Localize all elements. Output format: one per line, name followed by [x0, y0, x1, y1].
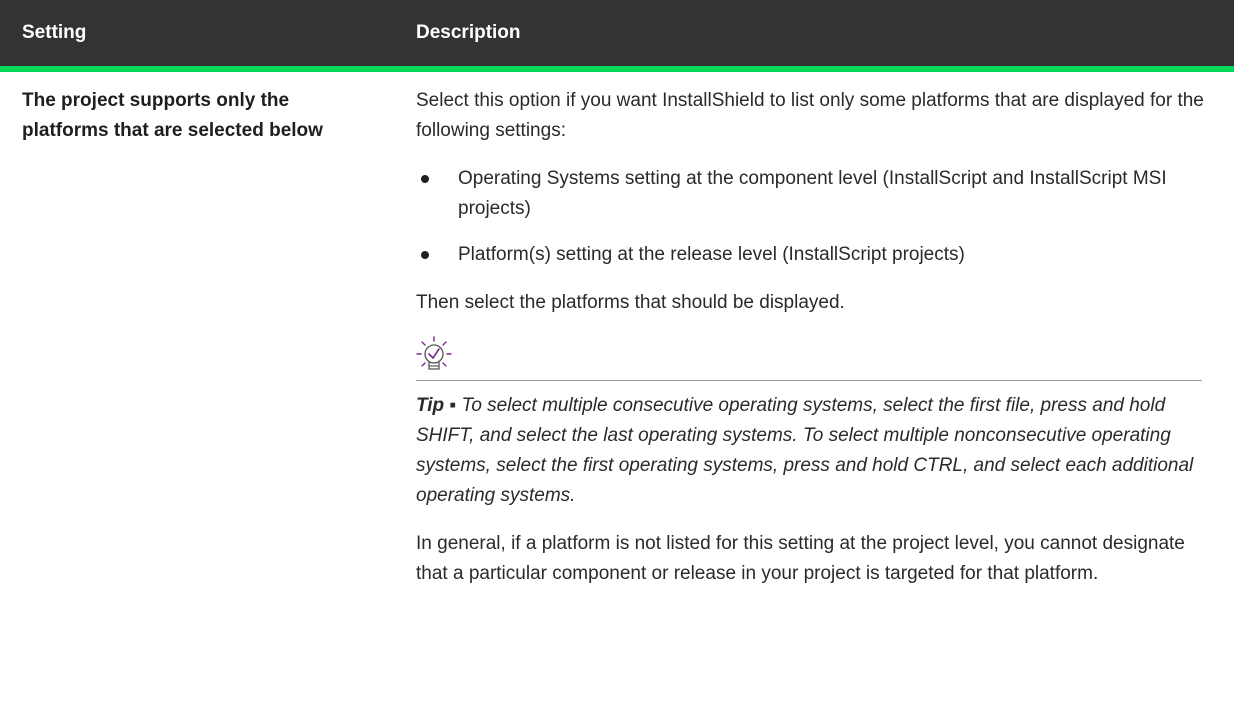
- header-description: Description: [416, 22, 521, 43]
- tip-text: To select multiple consecutive operating…: [416, 395, 1194, 506]
- list-item-text: Operating Systems setting at the compone…: [458, 168, 1167, 219]
- list-item: Platform(s) setting at the release level…: [416, 240, 1204, 270]
- description-intro: Select this option if you want InstallSh…: [416, 90, 1204, 141]
- tip-divider: [416, 336, 1202, 381]
- description-after-bullets: Then select the platforms that should be…: [416, 292, 845, 313]
- description-closing: In general, if a platform is not listed …: [416, 533, 1185, 584]
- tip-label: Tip ▪: [416, 395, 457, 416]
- table-row: The project supports only the platforms …: [0, 72, 1234, 607]
- setting-name: The project supports only the platforms …: [22, 90, 323, 141]
- list-item-text: Platform(s) setting at the release level…: [458, 244, 965, 265]
- lightbulb-check-icon: [416, 336, 452, 370]
- header-setting: Setting: [22, 22, 87, 43]
- bullet-list: Operating Systems setting at the compone…: [416, 164, 1204, 270]
- table-header: Setting Description: [0, 0, 1234, 72]
- bullet-icon: [421, 175, 429, 183]
- settings-table: Setting Description The project supports…: [0, 0, 1234, 607]
- tip-paragraph: Tip ▪ To select multiple consecutive ope…: [416, 391, 1204, 511]
- list-item: Operating Systems setting at the compone…: [416, 164, 1204, 224]
- setting-description: Select this option if you want InstallSh…: [394, 72, 1204, 607]
- bullet-icon: [421, 251, 429, 259]
